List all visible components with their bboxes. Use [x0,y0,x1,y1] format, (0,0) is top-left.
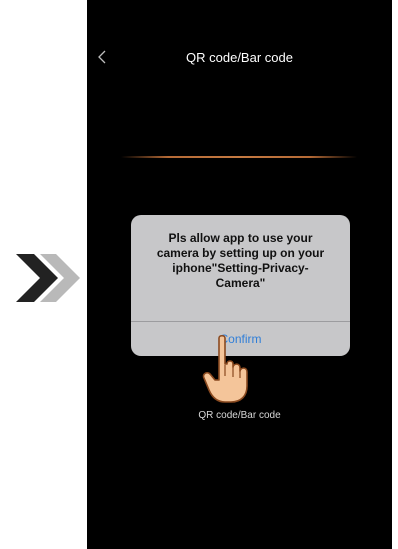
double-chevron-right-icon [10,248,82,308]
pointing-hand-icon [201,334,251,404]
scan-hint-label: QR code/Bar code [198,410,281,421]
page-title: QR code/Bar code [186,50,293,65]
scan-line [121,156,357,158]
alert-message: Pls allow app to use your camera by sett… [156,231,325,290]
phone-screen: QR code/Bar code Pls allow app to use yo… [87,0,392,549]
navigation-bar: QR code/Bar code [87,38,392,78]
